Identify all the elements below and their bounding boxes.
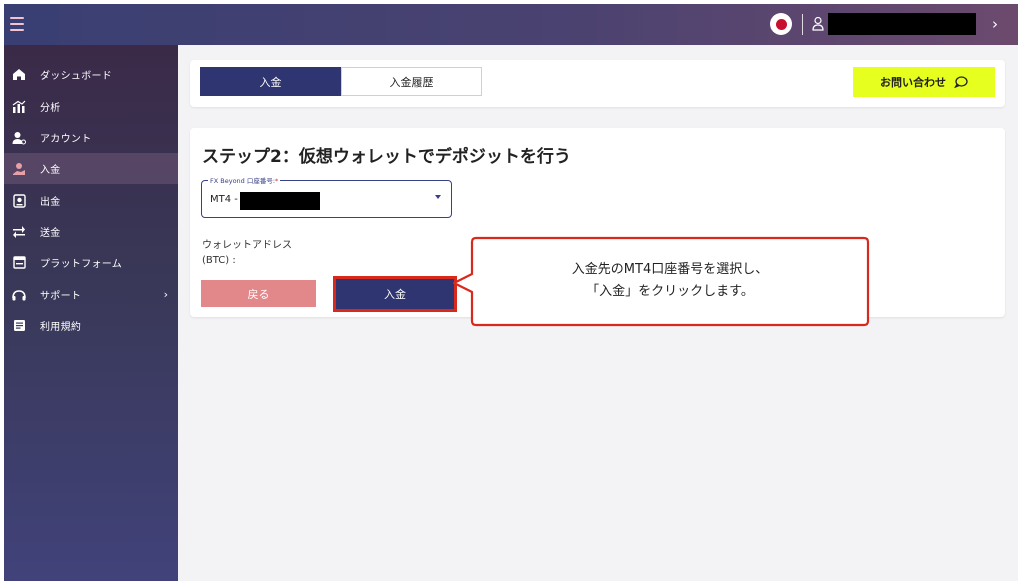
sidebar: ダッシュボード 分析 アカウント 入金 出金 送金 プラットフォーム サポート … xyxy=(4,45,178,581)
sidebar-item-label: 出金 xyxy=(40,197,61,208)
tab-deposit-history[interactable]: 入金履歴 xyxy=(341,67,482,96)
account-icon xyxy=(12,131,26,145)
sidebar-item-withdraw[interactable]: 出金 xyxy=(4,185,178,216)
callout-text: 入金先のMT4口座番号を選択し、 「入金」をクリックします。 xyxy=(571,262,769,299)
chevron-right-icon[interactable]: › xyxy=(992,14,998,34)
contact-button[interactable]: お問い合わせ xyxy=(853,67,995,97)
terms-icon xyxy=(12,319,26,333)
sidebar-item-label: 入金 xyxy=(40,165,61,176)
chat-bubble-icon xyxy=(954,76,968,88)
redacted-username xyxy=(828,13,976,35)
sidebar-item-platform[interactable]: プラットフォーム xyxy=(4,247,178,278)
account-select[interactable]: FX Beyond 口座番号:* MT4 - xyxy=(201,175,452,218)
top-bar: › xyxy=(4,4,1018,45)
sidebar-item-dashboard[interactable]: ダッシュボード xyxy=(4,59,178,90)
account-select-label: FX Beyond 口座番号:* xyxy=(208,175,281,185)
transfer-icon xyxy=(12,225,26,239)
sidebar-item-support[interactable]: サポート › xyxy=(4,279,178,310)
account-select-value: MT4 - xyxy=(210,194,238,205)
sidebar-item-label: 利用規約 xyxy=(40,322,82,333)
sidebar-item-transfer[interactable]: 送金 xyxy=(4,216,178,247)
sidebar-item-terms[interactable]: 利用規約 xyxy=(4,310,178,341)
page-title: ステップ2：仮想ウォレットでデポジットを行う xyxy=(202,147,571,167)
sidebar-item-deposit[interactable]: 入金 xyxy=(4,153,178,184)
chevron-right-icon: › xyxy=(163,288,168,301)
support-icon xyxy=(12,288,26,302)
header-divider xyxy=(802,14,803,35)
sidebar-item-label: サポート xyxy=(40,291,82,302)
home-icon xyxy=(12,68,26,82)
japan-flag-icon[interactable] xyxy=(770,13,792,35)
sidebar-item-account[interactable]: アカウント xyxy=(4,122,178,153)
tabs-card: 入金 入金履歴 お問い合わせ xyxy=(190,60,1005,107)
user-icon xyxy=(812,16,824,31)
back-button[interactable]: 戻る xyxy=(201,280,316,307)
sidebar-item-label: プラットフォーム xyxy=(40,259,123,270)
menu-icon[interactable] xyxy=(10,17,24,31)
deposit-button[interactable]: 入金 xyxy=(333,276,457,312)
deposit-icon xyxy=(12,162,26,176)
sidebar-item-label: アカウント xyxy=(40,134,92,145)
withdraw-icon xyxy=(12,193,26,208)
platform-icon xyxy=(12,256,26,270)
tab-deposit[interactable]: 入金 xyxy=(200,67,341,96)
contact-button-label: お問い合わせ xyxy=(880,76,946,89)
redacted-account-number xyxy=(240,192,320,210)
chevron-down-icon xyxy=(435,195,441,199)
chart-icon xyxy=(12,100,26,114)
sidebar-item-analysis[interactable]: 分析 xyxy=(4,91,178,122)
sidebar-item-label: 送金 xyxy=(40,228,61,239)
app-frame: › ダッシュボード 分析 アカウント 入金 出金 送金 プラットフォーム サポー… xyxy=(4,4,1018,581)
sidebar-item-label: 分析 xyxy=(40,103,61,114)
wallet-address-label: ウォレットアドレス (BTC) : xyxy=(202,240,292,266)
sidebar-item-label: ダッシュボード xyxy=(40,71,113,82)
